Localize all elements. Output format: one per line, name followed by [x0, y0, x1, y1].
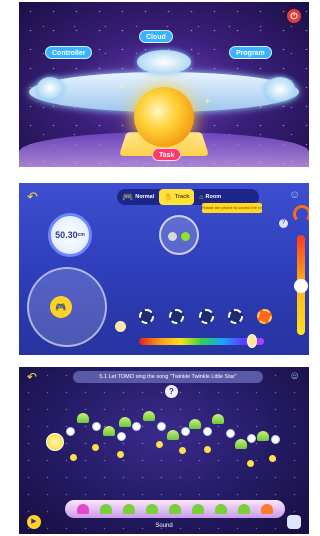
speed-unit: cm: [77, 232, 85, 238]
note-pin: [179, 447, 186, 454]
eye-lights-toggle[interactable]: [159, 215, 199, 255]
robot-icon[interactable]: ☺: [289, 189, 300, 201]
note-pin: [92, 444, 99, 451]
program-button[interactable]: Program: [229, 46, 272, 59]
note-block[interactable]: [119, 417, 131, 427]
sound-block-8[interactable]: [238, 504, 251, 514]
home-screen: Cloud Controller Program Task ✦ ✦ ⏻: [19, 2, 309, 167]
back-arrow-icon[interactable]: ↶: [27, 370, 37, 384]
battery-gauge-icon: [293, 205, 309, 223]
sound-block-7[interactable]: [215, 504, 228, 514]
sound-block-1[interactable]: [76, 504, 89, 514]
joystick-knob[interactable]: 🎮: [50, 296, 72, 318]
controller-button[interactable]: Controller: [45, 46, 93, 59]
task-globe[interactable]: [134, 87, 194, 147]
play-icon[interactable]: ▶: [27, 515, 41, 529]
cloud-console[interactable]: [137, 50, 191, 74]
power-icon[interactable]: ⏻: [287, 9, 301, 23]
program-node[interactable]: [247, 434, 256, 443]
note-pin: [269, 455, 276, 462]
controller-console[interactable]: [37, 77, 63, 99]
light-button[interactable]: [115, 321, 126, 332]
note-block[interactable]: [189, 419, 201, 429]
robot-icon[interactable]: ☺: [289, 370, 300, 382]
speed-readout: 50.30 cm: [48, 213, 92, 257]
sun-mode-button[interactable]: [257, 309, 272, 324]
sound-block-3[interactable]: [122, 504, 135, 514]
tab-track-label: Track: [174, 194, 190, 200]
tab-tooltip: Rotate the phone to control the robot: [202, 203, 262, 213]
note-block[interactable]: [77, 413, 89, 423]
color-slider-handle[interactable]: [247, 334, 257, 348]
mode-button-3[interactable]: [199, 309, 214, 324]
note-block[interactable]: [167, 430, 179, 440]
help-icon[interactable]: ?: [165, 385, 178, 398]
program-console[interactable]: [265, 77, 295, 101]
note-block[interactable]: [235, 439, 247, 449]
gamepad-icon: 🎮: [122, 191, 134, 202]
mode-button-4[interactable]: [228, 309, 243, 324]
sound-block-6[interactable]: [192, 504, 205, 514]
sound-block-tray: [65, 500, 285, 518]
volume-slider-handle[interactable]: [294, 279, 308, 293]
program-node[interactable]: [117, 432, 126, 441]
note-block[interactable]: [103, 426, 115, 436]
tab-normal[interactable]: 🎮 Normal: [117, 189, 159, 205]
cloud-button[interactable]: Cloud: [139, 30, 173, 43]
color-slider[interactable]: [139, 334, 264, 348]
mode-button-2[interactable]: [169, 309, 184, 324]
tab-track[interactable]: ✋ Track: [159, 189, 195, 205]
program-node[interactable]: [66, 427, 75, 436]
note-pin: [247, 460, 254, 467]
note-pin: [204, 446, 211, 453]
tomo-robot-icon: [46, 433, 64, 451]
home-icon: ⌂: [199, 193, 204, 201]
note-block[interactable]: [257, 431, 269, 441]
hand-icon: ✋: [164, 194, 173, 201]
note-pin: [156, 441, 163, 448]
mode-button-1[interactable]: [139, 309, 154, 324]
light-left: [168, 232, 177, 241]
program-node[interactable]: [157, 422, 166, 431]
note-block[interactable]: [143, 411, 155, 421]
task-screen: ↶ 5.1 Let TOMO sing the song "Twinkle Tw…: [19, 367, 309, 534]
tab-room-label: Room: [205, 194, 222, 200]
help-icon[interactable]: ?: [279, 219, 288, 228]
sparkle-icon: ✦: [204, 97, 211, 106]
light-right: [181, 232, 190, 241]
trash-icon[interactable]: [287, 515, 301, 529]
sound-block-5[interactable]: [168, 504, 181, 514]
program-node[interactable]: [226, 429, 235, 438]
program-node[interactable]: [92, 422, 101, 431]
volume-slider[interactable]: [294, 235, 308, 335]
program-node[interactable]: [203, 427, 212, 436]
task-banner: 5.1 Let TOMO sing the song "Twinkle Twin…: [73, 371, 263, 383]
speed-value: 50.30: [55, 230, 78, 240]
note-pin: [117, 451, 124, 458]
sound-block-9[interactable]: [261, 504, 274, 514]
sound-block-2[interactable]: [99, 504, 112, 514]
sparkle-icon: ✦: [119, 82, 126, 91]
task-button[interactable]: Task: [152, 148, 182, 161]
note-block[interactable]: [212, 414, 224, 424]
sound-block-4[interactable]: [145, 504, 158, 514]
tab-normal-label: Normal: [135, 194, 155, 200]
control-screen: ↶ 🎮 Normal ✋ Track ⌂ Room Rotate the pho…: [19, 183, 309, 355]
sound-category-label[interactable]: Sound: [19, 523, 309, 529]
back-arrow-icon[interactable]: ↶: [27, 189, 38, 205]
program-node[interactable]: [132, 422, 141, 431]
note-pin: [70, 454, 77, 461]
program-node[interactable]: [271, 435, 280, 444]
